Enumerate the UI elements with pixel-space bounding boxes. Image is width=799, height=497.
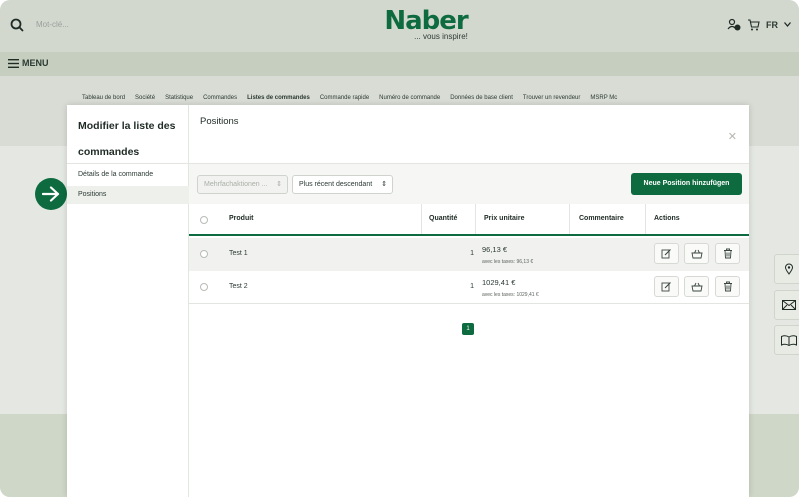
product-name: Test 2 [229, 283, 248, 290]
edit-order-list-modal: Modifier la liste des commandes Détails … [67, 105, 749, 497]
column-header[interactable]: Commentaire [579, 215, 624, 222]
price-with-tax: avec les taxes: 1029,41 € [482, 292, 539, 298]
nav-item[interactable]: Numéro de commande [379, 95, 440, 101]
sidebar-item-order-details[interactable]: Détails de la commande [78, 171, 153, 178]
unit-price: 96,13 € [482, 245, 508, 254]
sidebar-item-label: Positions [78, 191, 107, 198]
location-pin-icon [784, 263, 794, 275]
book-icon [781, 334, 797, 346]
sidebar-item-positions[interactable]: Positions [67, 186, 189, 204]
menu-bar: MENU [0, 52, 799, 76]
basket-icon [690, 282, 703, 291]
column-header: Actions [654, 215, 680, 222]
divider [475, 204, 476, 234]
column-header[interactable]: Prix unitaire [484, 215, 524, 222]
site-header: Mot-clé... Naber ... vous inspire! FR [0, 0, 799, 52]
quantity-value: 1 [470, 283, 474, 290]
pagination-page-button[interactable]: 1 [462, 323, 474, 335]
sort-select[interactable]: Plus récent descendant ⇕ [292, 175, 393, 194]
nav-item[interactable]: Tableau de bord [82, 95, 125, 101]
trash-icon [723, 248, 732, 259]
select-arrows-icon: ⇕ [381, 181, 387, 188]
divider [189, 303, 749, 304]
nav-item[interactable]: Commandes [203, 95, 237, 101]
unit-price: 1029,41 € [482, 278, 516, 287]
app-frame: Mot-clé... Naber ... vous inspire! FR ME… [0, 0, 799, 497]
select-arrows-icon: ⇕ [276, 181, 282, 188]
cart-icon[interactable] [747, 18, 760, 31]
nav-item[interactable]: Trouver un revendeur [523, 95, 580, 101]
add-position-button[interactable]: Neue Position hinzufügen [631, 173, 742, 195]
row-select-radio[interactable] [200, 283, 208, 291]
search-icon[interactable] [10, 18, 24, 32]
location-button[interactable] [774, 254, 799, 284]
column-header[interactable]: Quantité [429, 215, 457, 222]
edit-button[interactable] [654, 276, 679, 297]
basket-icon [690, 249, 703, 258]
logo[interactable]: Naber ... vous inspire! [366, 8, 486, 41]
envelope-icon [782, 300, 796, 310]
divider [645, 204, 646, 234]
product-name: Test 1 [229, 250, 248, 257]
table-row: Test 2 1 1029,41 € avec les taxes: 1029,… [189, 271, 749, 304]
quantity-value: 1 [470, 250, 474, 257]
modal-sidebar: Modifier la liste des commandes Détails … [67, 105, 189, 497]
add-to-cart-button[interactable] [684, 276, 709, 297]
catalog-button[interactable] [774, 325, 799, 355]
search-input[interactable]: Mot-clé... [36, 20, 69, 29]
nav-item[interactable]: Statistique [165, 95, 193, 101]
column-header[interactable]: Produit [229, 215, 254, 222]
nav-item[interactable]: MSRP Mc [590, 95, 617, 101]
nav-item[interactable]: Société [135, 95, 155, 101]
price-with-tax: avec les taxes: 96,13 € [482, 259, 534, 265]
hamburger-icon[interactable] [8, 59, 19, 68]
nav-item[interactable]: Commande rapide [320, 95, 369, 101]
nav-item-active[interactable]: Listes de commandes [247, 95, 310, 101]
table-header: Produit Quantité Prix unitaire Commentai… [189, 204, 749, 236]
contact-button[interactable] [774, 290, 799, 320]
row-select-radio[interactable] [200, 250, 208, 258]
arrow-right-icon [42, 186, 60, 202]
edit-icon [661, 282, 671, 292]
chevron-down-icon[interactable] [784, 22, 791, 27]
menu-button[interactable]: MENU [22, 58, 49, 68]
table-row: Test 1 1 96,13 € avec les taxes: 96,13 € [189, 238, 749, 271]
modal-main: Positions ✕ Mehrfachaktionen ... ⇕ Plus … [189, 105, 749, 497]
language-selector[interactable]: FR [766, 20, 778, 30]
logo-text: Naber [384, 6, 468, 36]
modal-sidebar-title: Modifier la liste des commandes [78, 120, 176, 158]
pointer-arrow [35, 178, 67, 210]
delete-button[interactable] [715, 243, 740, 264]
delete-button[interactable] [715, 276, 740, 297]
trash-icon [723, 281, 732, 292]
bulk-actions-label: Mehrfachaktionen ... [204, 181, 268, 188]
select-all-radio[interactable] [200, 216, 208, 224]
user-icon[interactable] [727, 18, 741, 31]
divider [421, 204, 422, 234]
edit-button[interactable] [654, 243, 679, 264]
divider [569, 204, 570, 234]
bulk-actions-select[interactable]: Mehrfachaktionen ... ⇕ [197, 175, 288, 194]
nav-item[interactable]: Données de base client [450, 95, 513, 101]
add-to-cart-button[interactable] [684, 243, 709, 264]
modal-title: Positions [200, 116, 239, 127]
header-actions: FR [727, 18, 791, 31]
sort-label: Plus récent descendant [299, 181, 373, 188]
close-icon[interactable]: ✕ [728, 130, 737, 143]
divider [67, 163, 189, 164]
edit-icon [661, 249, 671, 259]
account-nav: Tableau de bord Société Statistique Comm… [82, 95, 617, 101]
